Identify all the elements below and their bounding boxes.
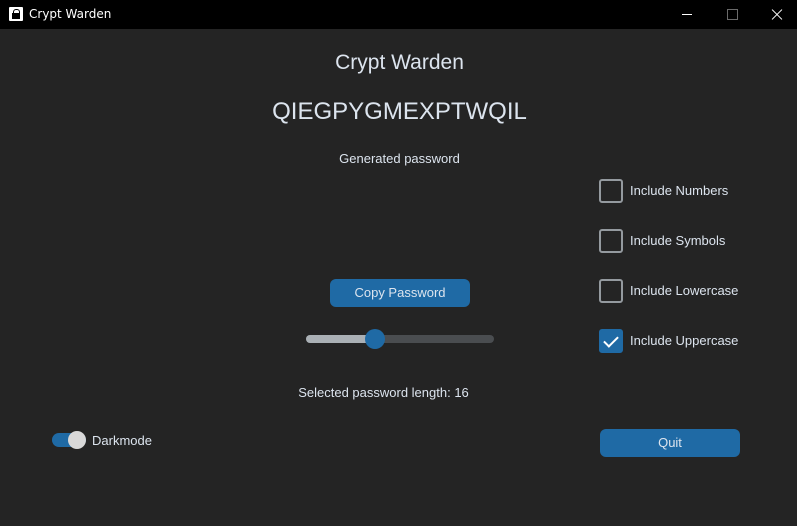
checkbox-box[interactable] xyxy=(599,179,623,203)
password-length-slider[interactable] xyxy=(306,329,494,349)
checkmark-icon xyxy=(603,332,619,348)
checkbox-box[interactable] xyxy=(599,279,623,303)
darkmode-switch[interactable] xyxy=(52,430,88,450)
checkbox-box[interactable] xyxy=(599,229,623,253)
quit-button[interactable]: Quit xyxy=(600,429,740,457)
close-icon[interactable] xyxy=(756,0,797,29)
app-window: Crypt Warden Crypt Warden QIEGPYGMEXPTWQ… xyxy=(0,0,797,526)
checkbox-label: Include Symbols xyxy=(630,233,726,248)
minimize-icon[interactable] xyxy=(664,0,710,29)
checkbox-label: Include Numbers xyxy=(630,183,729,198)
slider-track[interactable] xyxy=(306,335,494,343)
maximize-icon[interactable] xyxy=(710,0,756,29)
app-icon xyxy=(9,7,23,21)
password-length-label: Selected password length: 16 xyxy=(298,385,469,400)
generated-password: QIEGPYGMEXPTWQIL xyxy=(272,98,527,125)
window-title: Crypt Warden xyxy=(29,7,112,21)
checkbox-box[interactable] xyxy=(599,329,623,353)
copy-password-button[interactable]: Copy Password xyxy=(330,279,470,307)
generated-password-label: Generated password xyxy=(339,151,460,166)
app-heading: Crypt Warden xyxy=(335,51,464,74)
slider-handle[interactable] xyxy=(364,329,385,349)
darkmode-label: Darkmode xyxy=(92,433,152,448)
checkbox-label: Include Uppercase xyxy=(630,333,739,348)
title-bar: Crypt Warden xyxy=(0,0,797,29)
switch-knob[interactable] xyxy=(68,431,86,449)
checkbox-label: Include Lowercase xyxy=(630,283,739,298)
